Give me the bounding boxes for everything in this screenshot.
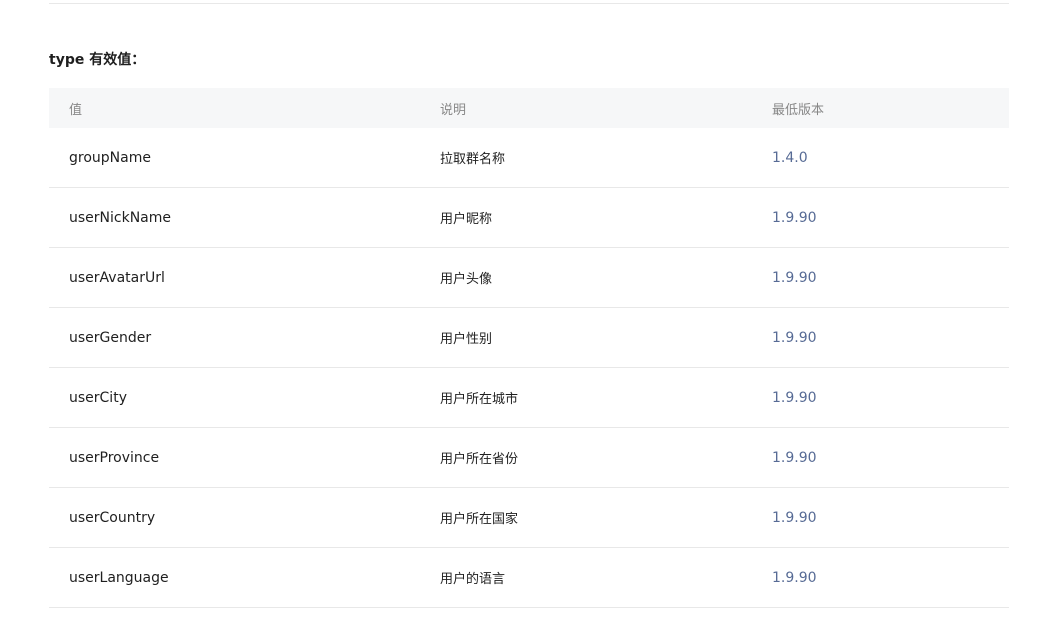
cell-description: 用户所在城市 bbox=[440, 392, 519, 407]
table-row: userNickName 用户昵称 1.9.90 bbox=[49, 188, 1009, 248]
header-min-version: 最低版本 bbox=[772, 102, 825, 118]
cell-value: userNickName bbox=[69, 209, 172, 226]
top-divider bbox=[49, 3, 1009, 4]
cell-version-link[interactable]: 1.9.90 bbox=[772, 308, 817, 367]
cell-value: groupName bbox=[69, 149, 151, 166]
table-header: 值 说明 最低版本 bbox=[49, 88, 1009, 128]
cell-version-link[interactable]: 1.9.90 bbox=[772, 248, 817, 307]
cell-description: 用户的语言 bbox=[440, 572, 506, 587]
header-value: 值 bbox=[69, 102, 83, 118]
table-row: userGender 用户性别 1.9.90 bbox=[49, 308, 1009, 368]
cell-version-link[interactable]: 1.4.0 bbox=[772, 128, 808, 187]
cell-version-link[interactable]: 1.9.90 bbox=[772, 548, 817, 607]
table-row: userCountry 用户所在国家 1.9.90 bbox=[49, 488, 1009, 548]
cell-value: userGender bbox=[69, 329, 152, 346]
cell-value: userAvatarUrl bbox=[69, 269, 165, 286]
cell-description: 用户所在省份 bbox=[440, 452, 519, 467]
type-values-table: 值 说明 最低版本 groupName 拉取群名称 1.4.0 userNick… bbox=[49, 88, 1009, 608]
header-description: 说明 bbox=[440, 102, 467, 118]
cell-description: 拉取群名称 bbox=[440, 152, 506, 167]
cell-version-link[interactable]: 1.9.90 bbox=[772, 188, 817, 247]
cell-version-link[interactable]: 1.9.90 bbox=[772, 488, 817, 547]
cell-description: 用户所在国家 bbox=[440, 512, 519, 527]
cell-version-link[interactable]: 1.9.90 bbox=[772, 368, 817, 427]
section-title: type 有效值： bbox=[49, 52, 146, 68]
cell-value: userCity bbox=[69, 389, 127, 406]
table-row: userLanguage 用户的语言 1.9.90 bbox=[49, 548, 1009, 608]
cell-version-link[interactable]: 1.9.90 bbox=[772, 428, 817, 487]
cell-value: userCountry bbox=[69, 509, 156, 526]
table-row: userProvince 用户所在省份 1.9.90 bbox=[49, 428, 1009, 488]
cell-description: 用户头像 bbox=[440, 272, 493, 287]
table-row: groupName 拉取群名称 1.4.0 bbox=[49, 128, 1009, 188]
cell-description: 用户昵称 bbox=[440, 212, 493, 227]
table-row: userAvatarUrl 用户头像 1.9.90 bbox=[49, 248, 1009, 308]
table-row: userCity 用户所在城市 1.9.90 bbox=[49, 368, 1009, 428]
cell-description: 用户性别 bbox=[440, 332, 493, 347]
cell-value: userProvince bbox=[69, 449, 160, 466]
cell-value: userLanguage bbox=[69, 569, 169, 586]
